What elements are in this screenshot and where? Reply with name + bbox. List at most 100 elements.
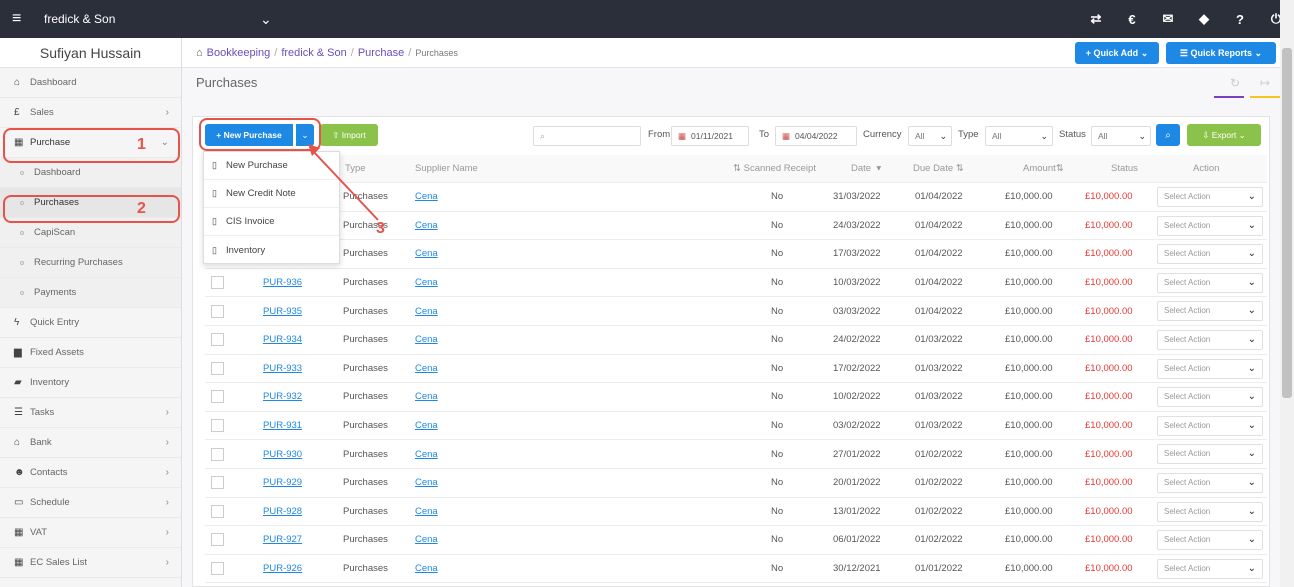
- row-checkbox[interactable]: [211, 447, 224, 461]
- supplier-link[interactable]: Cena: [415, 506, 438, 517]
- table-row[interactable]: PUR-930 Purchases Cena No 27/01/2022 01/02/20…: [205, 440, 1267, 469]
- tag-icon[interactable]: ◆: [1186, 11, 1222, 27]
- sidebar-item-vat[interactable]: ▦ VAT ›: [0, 518, 181, 548]
- row-checkbox[interactable]: [211, 390, 224, 404]
- breadcrumb-company[interactable]: fredick & Son: [281, 47, 346, 59]
- action-select[interactable]: Select Action ⌄: [1157, 272, 1263, 293]
- currency-icon[interactable]: €: [1114, 12, 1150, 27]
- quick-add-button[interactable]: + Quick Add ⌄: [1075, 42, 1159, 64]
- supplier-link[interactable]: Cena: [415, 277, 438, 288]
- quick-reports-button[interactable]: ☰ Quick Reports ⌄: [1166, 42, 1276, 64]
- sidebar-item-inventory[interactable]: ▰ Inventory: [0, 368, 181, 398]
- action-select[interactable]: Select Action ⌄: [1157, 244, 1263, 265]
- sidebar-item-dashboard[interactable]: ⌂ Dashboard: [0, 68, 181, 98]
- action-select[interactable]: Select Action ⌄: [1157, 530, 1263, 551]
- megaphone-icon[interactable]: ✉: [1150, 11, 1186, 27]
- table-row[interactable]: PUR-926 Purchases Cena No 30/12/2021 01/01/20…: [205, 555, 1267, 584]
- supplier-link[interactable]: Cena: [415, 363, 438, 374]
- purchase-ref-link[interactable]: PUR-927: [263, 534, 302, 545]
- breadcrumb-bookkeeping[interactable]: Bookkeeping: [207, 47, 271, 59]
- row-checkbox[interactable]: [211, 419, 224, 433]
- action-select[interactable]: Select Action ⌄: [1157, 358, 1263, 379]
- purchase-ref-link[interactable]: PUR-931: [263, 420, 302, 431]
- table-row[interactable]: PUR-932 Purchases Cena No 10/02/2022 01/03/20…: [205, 383, 1267, 412]
- menu-icon[interactable]: ≡: [12, 10, 30, 28]
- action-select[interactable]: Select Action ⌄: [1157, 387, 1263, 408]
- col-amount[interactable]: Amount ⇅: [1023, 155, 1064, 182]
- table-row[interactable]: PUR-931 Purchases Cena No 03/02/2022 01/03/20…: [205, 412, 1267, 441]
- col-supplier[interactable]: Supplier Name: [415, 155, 478, 182]
- status-select[interactable]: All ⌄: [1091, 126, 1151, 146]
- row-checkbox[interactable]: [211, 304, 224, 318]
- table-row[interactable]: PUR-933 Purchases Cena No 17/02/2022 01/03/20…: [205, 355, 1267, 384]
- sidebar-item-contacts[interactable]: ☻ Contacts ›: [0, 458, 181, 488]
- sidebar-item-ec-sales[interactable]: ▦ EC Sales List ›: [0, 548, 181, 578]
- supplier-link[interactable]: Cena: [415, 334, 438, 345]
- export-button[interactable]: ⇩ Export ⌄: [1187, 124, 1261, 146]
- table-row[interactable]: PUR-927 Purchases Cena No 06/01/2022 01/02/20…: [205, 526, 1267, 555]
- sidebar-item-bank[interactable]: ⌂ Bank ›: [0, 428, 181, 458]
- search-button[interactable]: ⌕: [1156, 124, 1180, 146]
- table-row[interactable]: PUR-934 Purchases Cena No 24/02/2022 01/03/20…: [205, 326, 1267, 355]
- supplier-link[interactable]: Cena: [415, 391, 438, 402]
- type-select[interactable]: All ⌄: [985, 126, 1053, 146]
- help-icon[interactable]: ?: [1222, 12, 1258, 27]
- table-row[interactable]: PUR-936 Purchases Cena No 10/03/2022 01/04/20…: [205, 269, 1267, 298]
- purchase-ref-link[interactable]: PUR-926: [263, 563, 302, 574]
- action-select[interactable]: Select Action ⌄: [1157, 444, 1263, 465]
- refresh-icon[interactable]: ↻: [1230, 68, 1240, 98]
- supplier-link[interactable]: Cena: [415, 563, 438, 574]
- home-icon[interactable]: ⌂: [196, 47, 203, 59]
- scrollbar-thumb[interactable]: [1282, 48, 1292, 398]
- expand-icon[interactable]: ↦: [1260, 68, 1270, 98]
- row-checkbox[interactable]: [211, 562, 224, 576]
- sidebar-item-tasks[interactable]: ☰ Tasks ›: [0, 398, 181, 428]
- purchase-ref-link[interactable]: PUR-933: [263, 363, 302, 374]
- chevron-down-icon[interactable]: ⌄: [260, 11, 272, 28]
- sidebar-item-fixed-assets[interactable]: ▆ Fixed Assets: [0, 338, 181, 368]
- supplier-link[interactable]: Cena: [415, 306, 438, 317]
- row-checkbox[interactable]: [211, 333, 224, 347]
- row-checkbox[interactable]: [211, 476, 224, 490]
- breadcrumb-purchase[interactable]: Purchase: [358, 47, 404, 59]
- action-select[interactable]: Select Action ⌄: [1157, 472, 1263, 493]
- supplier-link[interactable]: Cena: [415, 420, 438, 431]
- sidebar-item-sales[interactable]: £ Sales ›: [0, 98, 181, 128]
- search-input[interactable]: ⌕: [533, 126, 641, 146]
- action-select[interactable]: Select Action ⌄: [1157, 558, 1263, 579]
- supplier-link[interactable]: Cena: [415, 477, 438, 488]
- purchase-ref-link[interactable]: PUR-935: [263, 306, 302, 317]
- table-row[interactable]: PUR-928 Purchases Cena No 13/01/2022 01/02/20…: [205, 498, 1267, 527]
- transfer-icon[interactable]: ⇄: [1078, 11, 1114, 27]
- supplier-link[interactable]: Cena: [415, 220, 438, 231]
- action-select[interactable]: Select Action ⌄: [1157, 501, 1263, 522]
- purchase-ref-link[interactable]: PUR-928: [263, 506, 302, 517]
- purchase-ref-link[interactable]: PUR-930: [263, 449, 302, 460]
- action-select[interactable]: Select Action ⌄: [1157, 187, 1263, 207]
- col-status[interactable]: Status: [1111, 155, 1138, 182]
- company-name[interactable]: fredick & Son: [44, 12, 184, 26]
- table-row[interactable]: PUR-929 Purchases Cena No 20/01/2022 01/02/20…: [205, 469, 1267, 498]
- supplier-link[interactable]: Cena: [415, 248, 438, 259]
- row-checkbox[interactable]: [211, 504, 224, 518]
- sidebar-subitem-recurring[interactable]: Recurring Purchases: [0, 248, 181, 278]
- purchase-ref-link[interactable]: PUR-929: [263, 477, 302, 488]
- sidebar-subitem-payments[interactable]: Payments: [0, 278, 181, 308]
- from-date-input[interactable]: ▦ 01/11/2021: [671, 126, 749, 146]
- action-select[interactable]: Select Action ⌄: [1157, 415, 1263, 436]
- to-date-input[interactable]: ▦ 04/04/2022: [775, 126, 857, 146]
- sidebar-item-schedule[interactable]: ▭ Schedule ›: [0, 488, 181, 518]
- col-date[interactable]: Date ▾: [851, 155, 881, 182]
- action-select[interactable]: Select Action ⌄: [1157, 215, 1263, 236]
- menu-item-inventory[interactable]: ▯ Inventory: [204, 236, 339, 264]
- supplier-link[interactable]: Cena: [415, 191, 438, 202]
- table-row[interactable]: Purchases Cena No 17/03/2022 01/04/2022 £10,0…: [205, 240, 1267, 269]
- purchase-ref-link[interactable]: PUR-932: [263, 391, 302, 402]
- col-scanned[interactable]: ⇅ Scanned Receipt: [733, 155, 816, 182]
- supplier-link[interactable]: Cena: [415, 449, 438, 460]
- purchase-ref-link[interactable]: PUR-934: [263, 334, 302, 345]
- col-due[interactable]: Due Date ⇅: [913, 155, 964, 182]
- row-checkbox[interactable]: [211, 361, 224, 375]
- table-row[interactable]: PUR-935 Purchases Cena No 03/03/2022 01/04/20…: [205, 297, 1267, 326]
- supplier-link[interactable]: Cena: [415, 534, 438, 545]
